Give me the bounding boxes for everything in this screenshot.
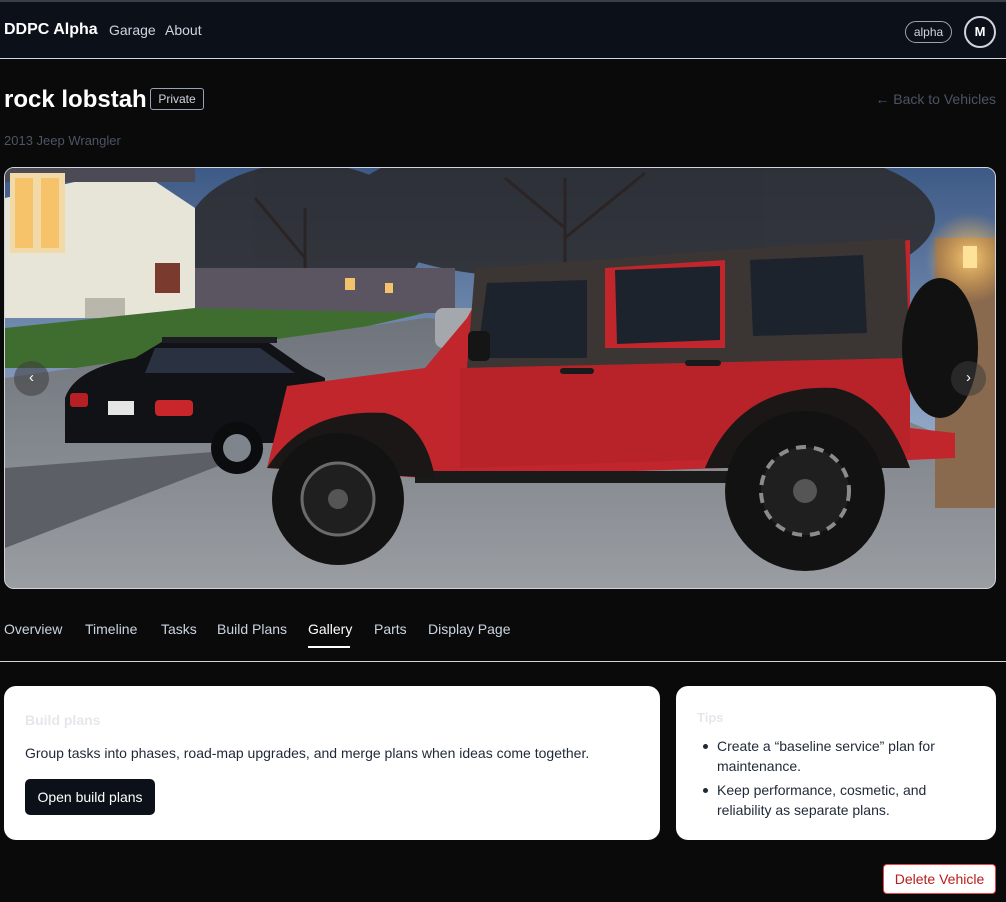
tab-build-plans[interactable]: Build Plans — [217, 621, 287, 637]
tip-item: Create a “baseline service” plan for mai… — [697, 736, 967, 776]
tips-heading: Tips — [697, 710, 724, 725]
brand-logo-text[interactable]: DDPC Alpha — [4, 21, 98, 39]
user-avatar[interactable]: M — [964, 16, 996, 48]
page-title: rock lobstah — [4, 86, 147, 113]
active-tab-indicator — [308, 646, 350, 648]
nav-link-about[interactable]: About — [165, 22, 202, 38]
open-build-plans-button[interactable]: Open build plans — [25, 779, 155, 815]
tip-item: Keep performance, cosmetic, and reliabil… — [697, 780, 967, 820]
tab-gallery[interactable]: Gallery — [308, 621, 352, 637]
tab-display-page[interactable]: Display Page — [428, 621, 511, 637]
vehicle-photo — [5, 168, 995, 588]
top-navbar: DDPC Alpha Garage About alpha M — [0, 0, 1006, 59]
tab-parts[interactable]: Parts — [374, 621, 407, 637]
vehicle-subtitle: 2013 Jeep Wrangler — [4, 133, 121, 148]
back-to-vehicles-link[interactable]: ← Back to Vehicles — [875, 91, 996, 107]
visibility-badge: Private — [150, 88, 204, 110]
gallery-prev-button[interactable]: ‹ — [14, 361, 49, 396]
tab-timeline[interactable]: Timeline — [85, 621, 137, 637]
delete-vehicle-button[interactable]: Delete Vehicle — [883, 864, 996, 894]
tips-card: Tips Create a “baseline service” plan fo… — [676, 686, 996, 840]
build-plans-description: Group tasks into phases, road-map upgrad… — [25, 745, 590, 761]
gallery-carousel — [4, 167, 996, 589]
env-badge: alpha — [905, 21, 952, 43]
tips-list: Create a “baseline service” plan for mai… — [697, 736, 967, 824]
build-plans-card: Build plans Group tasks into phases, roa… — [4, 686, 660, 840]
build-plans-heading: Build plans — [25, 712, 101, 728]
front-wheel — [272, 433, 404, 565]
vehicle-tabs: Overview Timeline Tasks Build Plans Gall… — [0, 612, 1006, 662]
rear-wheel — [725, 411, 885, 571]
nav-link-garage[interactable]: Garage — [109, 22, 156, 38]
tab-tasks[interactable]: Tasks — [161, 621, 197, 637]
tab-overview[interactable]: Overview — [4, 621, 62, 637]
gallery-next-button[interactable]: › — [951, 361, 986, 396]
